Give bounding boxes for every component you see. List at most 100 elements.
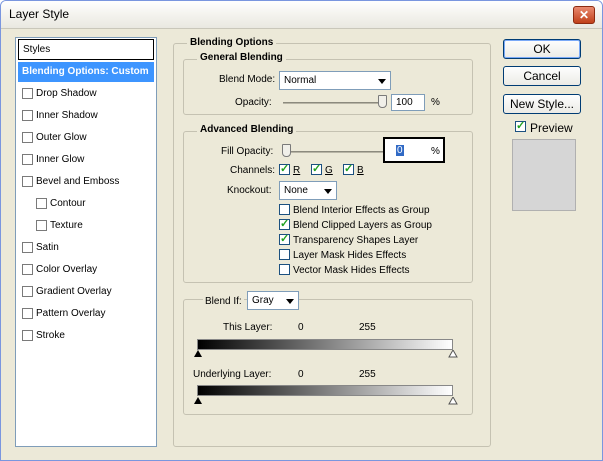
- style-item-label: Blending Options: Custom: [22, 66, 149, 77]
- blend-if-select[interactable]: Gray: [247, 291, 299, 310]
- layer-style-dialog: Layer Style ✕ Styles Blending Options: C…: [0, 0, 603, 461]
- style-item-checkbox[interactable]: [22, 176, 33, 187]
- style-item-label: Pattern Overlay: [36, 308, 106, 319]
- opacity-label: Opacity:: [235, 97, 272, 108]
- fill-opacity-slider-track[interactable]: [283, 151, 383, 153]
- advanced-blending-title: Advanced Blending: [197, 124, 297, 135]
- chevron-down-icon: [324, 189, 332, 194]
- style-item-label: Inner Shadow: [36, 110, 98, 121]
- style-item-label: Bevel and Emboss: [36, 176, 120, 187]
- style-item[interactable]: Satin: [18, 238, 154, 258]
- chevron-down-icon: [378, 79, 386, 84]
- channel-checkbox[interactable]: [311, 162, 322, 175]
- preview-swatch: [512, 139, 576, 211]
- knockout-label: Knockout:: [227, 185, 272, 196]
- advanced-option-label: Layer Mask Hides Effects: [293, 250, 407, 261]
- underlying-layer-gradient: [197, 385, 453, 396]
- underlying-layer-label: Underlying Layer:: [193, 369, 272, 380]
- style-item-checkbox[interactable]: [22, 88, 33, 99]
- style-item-checkbox[interactable]: [22, 286, 33, 297]
- style-item-label: Drop Shadow: [36, 88, 97, 99]
- advanced-option-label: Vector Mask Hides Effects: [293, 265, 410, 276]
- underlying-layer-white-slider[interactable]: [448, 397, 458, 405]
- style-item-label: Texture: [50, 220, 83, 231]
- channel-label: G: [325, 165, 333, 176]
- fill-opacity-label: Fill Opacity:: [221, 146, 274, 157]
- style-item[interactable]: Color Overlay: [18, 260, 154, 280]
- advanced-option-label: Transparency Shapes Layer: [293, 235, 419, 246]
- advanced-option-checkbox[interactable]: [279, 204, 290, 215]
- advanced-option-checkbox[interactable]: [279, 217, 290, 230]
- close-button[interactable]: ✕: [573, 6, 595, 24]
- advanced-option-checkbox[interactable]: [279, 264, 290, 275]
- channels-label: Channels:: [230, 165, 276, 176]
- style-item-label: Contour: [50, 198, 86, 209]
- style-item[interactable]: Gradient Overlay: [18, 282, 154, 302]
- advanced-option-checkbox[interactable]: [279, 232, 290, 245]
- channel-label: R: [293, 165, 301, 176]
- underlying-layer-black-slider[interactable]: [193, 397, 203, 405]
- channel-label: B: [357, 165, 364, 176]
- style-item[interactable]: Outer Glow: [18, 128, 154, 148]
- this-layer-high-value: 255: [359, 322, 376, 333]
- style-item-checkbox[interactable]: [22, 242, 33, 253]
- style-item[interactable]: Blending Options: Custom: [18, 62, 154, 82]
- style-item-checkbox[interactable]: [36, 220, 47, 231]
- style-item-label: Inner Glow: [36, 154, 85, 165]
- advanced-option-label: Blend Interior Effects as Group: [293, 205, 430, 216]
- this-layer-black-slider[interactable]: [193, 350, 203, 358]
- channel-checkbox[interactable]: [343, 162, 354, 175]
- style-item-label: Satin: [36, 242, 59, 253]
- cancel-button[interactable]: Cancel: [503, 66, 581, 86]
- style-item-checkbox[interactable]: [22, 110, 33, 121]
- underlying-layer-low-value: 0: [298, 369, 304, 380]
- underlying-layer-high-value: 255: [359, 369, 376, 380]
- style-item[interactable]: Bevel and Emboss: [18, 172, 154, 192]
- blending-options-title: Blending Options: [187, 37, 277, 48]
- style-item[interactable]: Stroke: [18, 326, 154, 346]
- blend-mode-select[interactable]: Normal: [279, 71, 391, 90]
- opacity-slider-thumb[interactable]: [378, 95, 387, 108]
- this-layer-white-slider[interactable]: [448, 350, 458, 358]
- title-bar: Layer Style ✕: [1, 1, 602, 29]
- window-title: Layer Style: [9, 7, 70, 21]
- this-layer-gradient: [197, 339, 453, 350]
- style-item[interactable]: Contour: [18, 194, 154, 214]
- style-item-label: Stroke: [36, 330, 65, 341]
- style-item[interactable]: Inner Shadow: [18, 106, 154, 126]
- new-style-button[interactable]: New Style...: [503, 94, 581, 114]
- general-blending-title: General Blending: [197, 52, 286, 63]
- style-item-checkbox[interactable]: [22, 132, 33, 143]
- styles-list: Styles Blending Options: Custom Drop Shad…: [15, 37, 157, 447]
- style-item-checkbox[interactable]: [36, 198, 47, 209]
- styles-header[interactable]: Styles: [18, 39, 154, 60]
- opacity-unit: %: [431, 97, 440, 108]
- fill-opacity-input[interactable]: 0: [391, 142, 425, 159]
- fill-opacity-unit: %: [431, 146, 440, 157]
- style-item-checkbox[interactable]: [22, 154, 33, 165]
- fill-opacity-slider-thumb[interactable]: [282, 144, 291, 157]
- style-item-checkbox[interactable]: [22, 308, 33, 319]
- advanced-option-label: Blend Clipped Layers as Group: [293, 220, 432, 231]
- channel-checkbox[interactable]: [279, 162, 290, 175]
- ok-button[interactable]: OK: [503, 39, 581, 59]
- style-item[interactable]: Drop Shadow: [18, 84, 154, 104]
- style-item-checkbox[interactable]: [22, 264, 33, 275]
- advanced-option-checkbox[interactable]: [279, 249, 290, 260]
- opacity-slider-track[interactable]: [283, 102, 383, 104]
- preview-checkbox[interactable]: [515, 119, 526, 132]
- knockout-select[interactable]: None: [279, 181, 337, 200]
- this-layer-label: This Layer:: [223, 322, 273, 333]
- style-item[interactable]: Inner Glow: [18, 150, 154, 170]
- style-item[interactable]: Pattern Overlay: [18, 304, 154, 324]
- blend-if-group: [183, 299, 473, 415]
- opacity-input[interactable]: 100: [391, 94, 425, 111]
- style-item[interactable]: Texture: [18, 216, 154, 236]
- blend-mode-label: Blend Mode:: [219, 74, 276, 85]
- chevron-down-icon: [286, 299, 294, 304]
- style-item-label: Color Overlay: [36, 264, 98, 275]
- blend-if-label: Blend If:: [203, 296, 244, 307]
- this-layer-low-value: 0: [298, 322, 304, 333]
- style-item-checkbox[interactable]: [22, 330, 33, 341]
- style-item-label: Outer Glow: [36, 132, 87, 143]
